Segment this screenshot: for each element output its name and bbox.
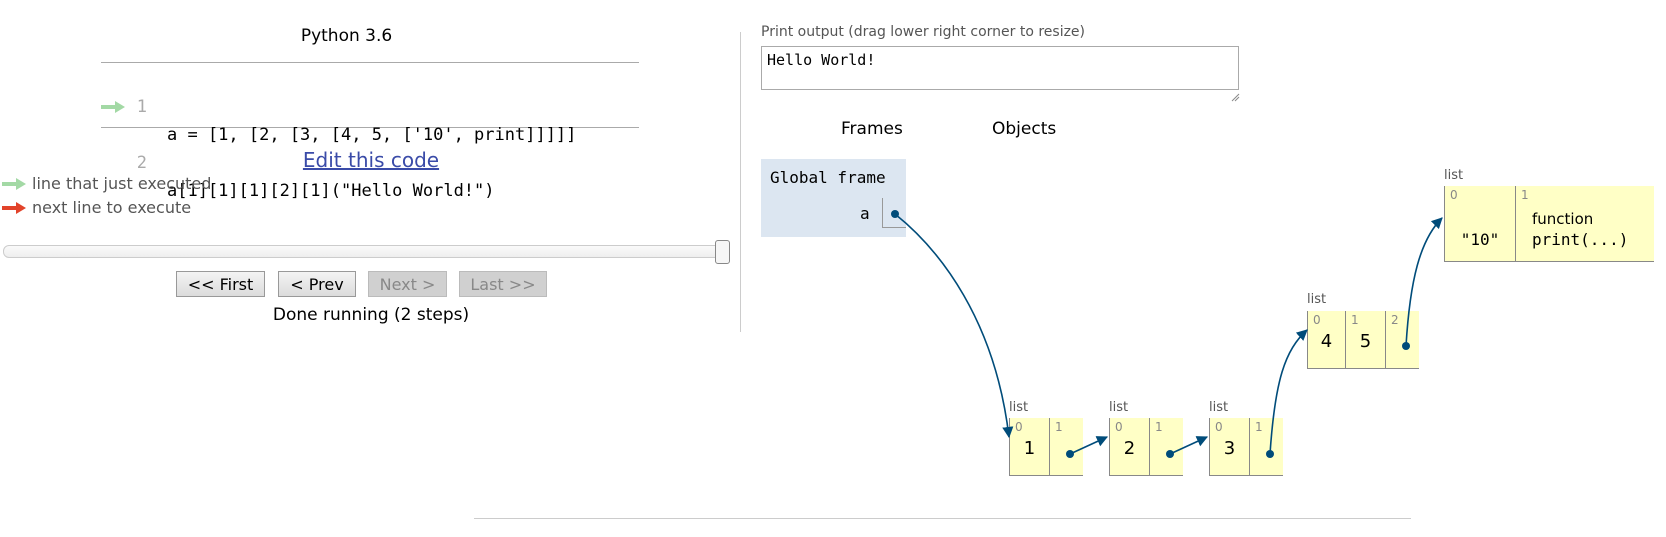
pointer-arrow [1269, 329, 1308, 455]
pointer-dot [1066, 450, 1074, 458]
pointer-arrow [1169, 436, 1209, 455]
pointer-arrows [891, 210, 1443, 458]
pointer-dot [891, 210, 899, 218]
pointer-arrow [1069, 436, 1109, 455]
pointer-arrow [894, 213, 1014, 439]
pointer-dot [1166, 450, 1174, 458]
pointer-arrow [1405, 217, 1443, 347]
pointer-dot [1402, 342, 1410, 350]
pointer-dot [1266, 450, 1274, 458]
bottom-divider [474, 518, 1411, 519]
